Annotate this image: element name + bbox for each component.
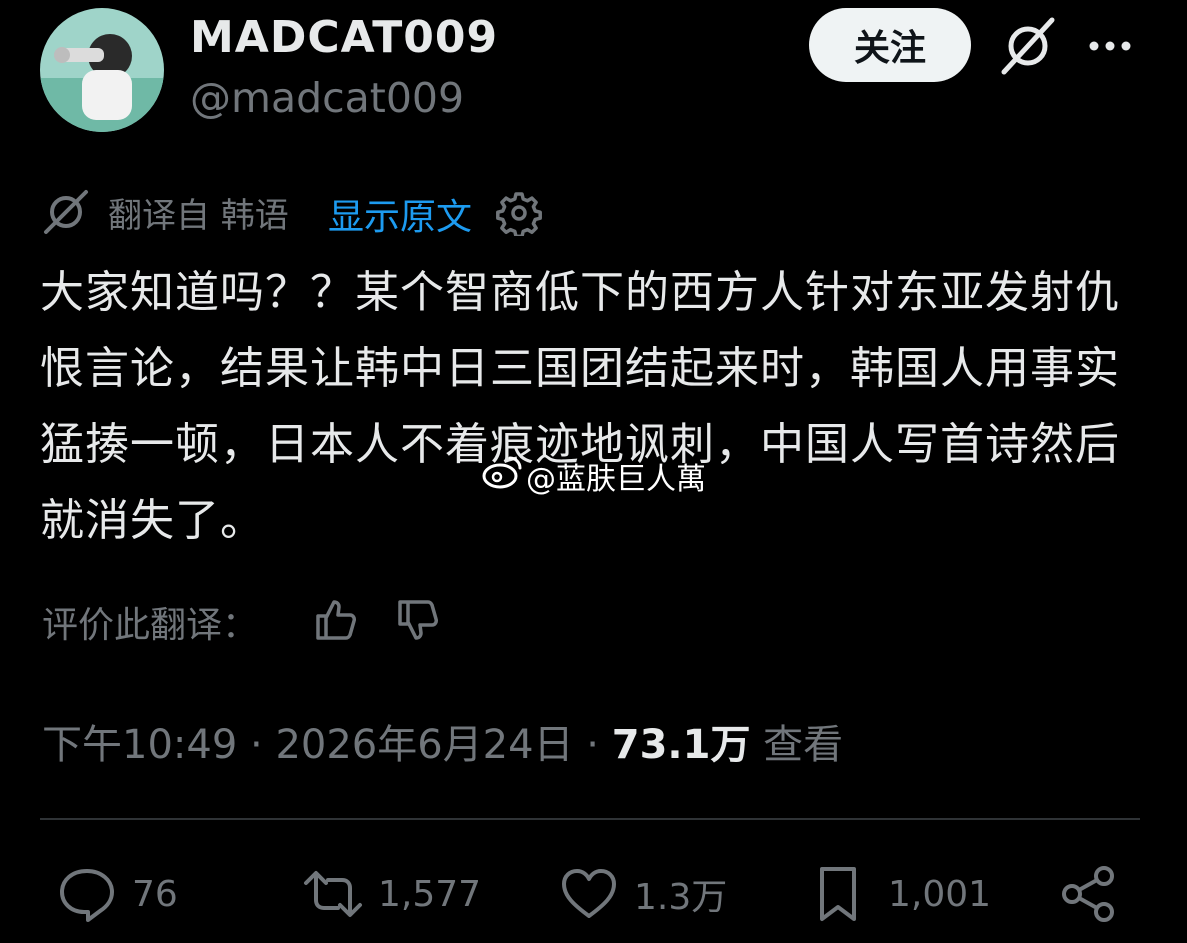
like-count: 1.3万 — [634, 877, 728, 918]
display-name[interactable]: MADCAT009 — [190, 12, 498, 63]
tweet-text: 大家知道吗？？某个智商低下的西方人针对东亚发射仇恨言论，结果让韩中日三国团结起来… — [40, 267, 1120, 546]
watermark-text: @蓝肤巨人萬 — [526, 462, 706, 497]
retweet-icon — [304, 871, 362, 917]
translated-from-label: 翻译自 韩语 — [108, 196, 289, 236]
thumb-up-icon[interactable] — [312, 596, 360, 644]
tweet-meta: 下午10:49 · 2026年6月24日 · 73.1万 查看 — [42, 712, 843, 770]
thumb-down-icon[interactable] — [394, 596, 442, 644]
grok-icon[interactable] — [998, 16, 1058, 76]
tweet-date[interactable]: 2026年6月24日 — [275, 722, 573, 768]
views-label: 查看 — [750, 722, 844, 768]
like-button[interactable]: 1.3万 — [558, 862, 727, 926]
divider — [40, 818, 1140, 820]
more-icon[interactable] — [1086, 28, 1134, 64]
bookmark-count: 1,001 — [888, 873, 992, 915]
heart-icon — [562, 869, 616, 918]
bookmark-button[interactable]: 1,001 — [812, 862, 991, 926]
retweet-count: 1,577 — [378, 873, 482, 915]
share-icon — [1062, 866, 1114, 922]
bookmark-icon — [820, 867, 856, 921]
follow-button[interactable]: 关注 — [809, 8, 971, 82]
tweet-time[interactable]: 下午10:49 — [42, 722, 237, 768]
reply-icon — [60, 869, 114, 922]
retweet-button[interactable]: 1,577 — [302, 862, 481, 926]
avatar[interactable] — [40, 8, 164, 132]
grok-translate-icon — [42, 188, 90, 236]
gear-icon[interactable] — [496, 190, 542, 239]
share-button[interactable] — [1058, 862, 1120, 926]
views-count[interactable]: 73.1万 — [612, 722, 751, 768]
user-handle[interactable]: @madcat009 — [190, 74, 464, 122]
meta-separator: · — [573, 722, 612, 768]
rate-translation-label: 评价此翻译： — [42, 605, 259, 646]
meta-separator: · — [237, 722, 276, 768]
reply-count: 76 — [132, 873, 178, 915]
show-original-link[interactable]: 显示原文 — [328, 188, 472, 240]
reply-button[interactable]: 76 — [56, 862, 178, 926]
